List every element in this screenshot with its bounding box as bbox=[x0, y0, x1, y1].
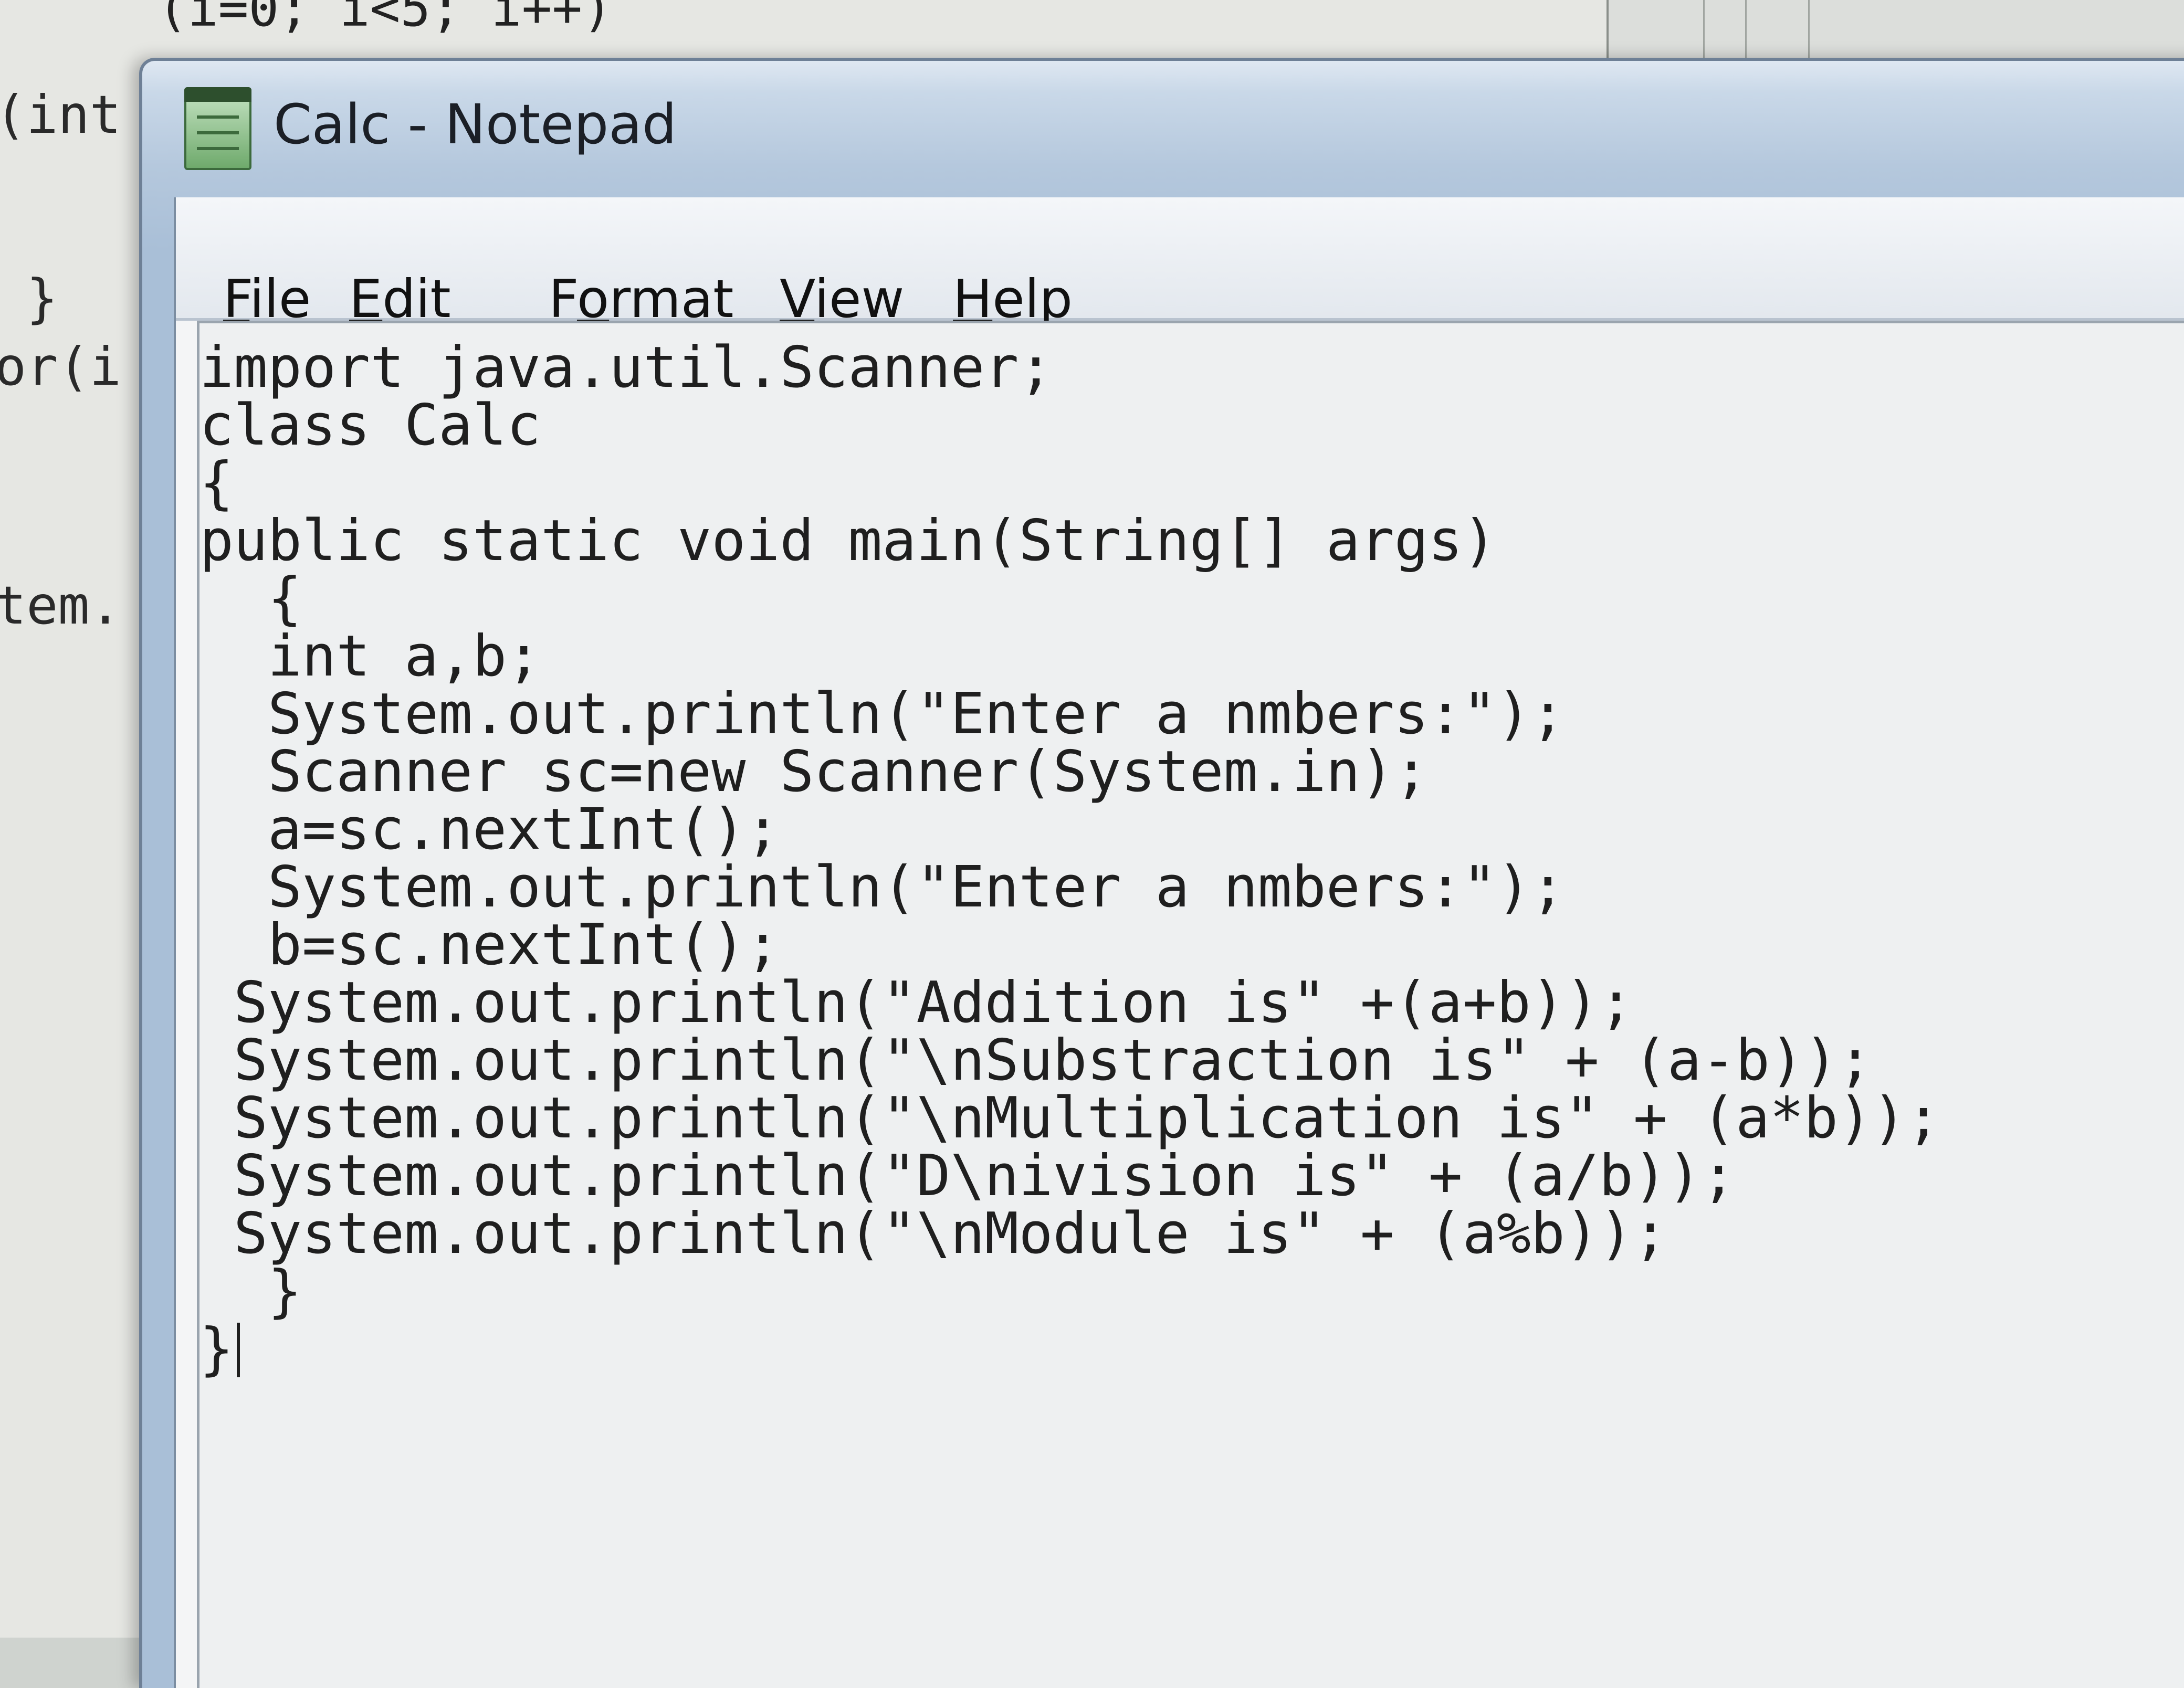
title-bar[interactable]: Calc - Notepad bbox=[142, 61, 2184, 187]
menu-bar: File Edit Format View Help bbox=[176, 197, 2184, 330]
code-line[interactable]: System.out.println("Addition is" +(a+b))… bbox=[200, 974, 1940, 1032]
code-line[interactable]: b=sc.nextInt(); bbox=[200, 916, 1940, 974]
code-line[interactable]: System.out.println("\nSubstraction is" +… bbox=[200, 1032, 1940, 1090]
background-code-fragment: or(i bbox=[0, 336, 121, 397]
background-code-fragment: (int bbox=[0, 84, 121, 145]
code-line[interactable]: { bbox=[200, 455, 1940, 512]
code-line[interactable]: class Calc bbox=[200, 397, 1940, 455]
code-line[interactable]: public static void main(String[] args) bbox=[200, 512, 1940, 570]
code-line[interactable]: System.out.println("Enter a nmbers:"); bbox=[200, 859, 1940, 916]
code-line[interactable]: System.out.println("\nModule is" + (a%b)… bbox=[200, 1205, 1940, 1263]
code-line[interactable]: import java.util.Scanner; bbox=[200, 339, 1940, 397]
code-line[interactable]: } bbox=[200, 1321, 1940, 1378]
code-line[interactable]: int a,b; bbox=[200, 628, 1940, 685]
notepad-window[interactable]: Calc - Notepad File Edit Format View Hel… bbox=[139, 58, 2184, 1688]
code-line[interactable]: { bbox=[200, 570, 1940, 628]
background-code-fragment: tem. bbox=[0, 575, 121, 636]
background-code-fragment: } bbox=[26, 268, 58, 329]
background-code-fragment: (i=0; i<5; i++) bbox=[158, 0, 613, 37]
text-caret bbox=[237, 1323, 240, 1377]
code-line[interactable]: System.out.println("D\nivision is" + (a/… bbox=[200, 1147, 1940, 1205]
code-line[interactable]: } bbox=[200, 1263, 1940, 1321]
code-line[interactable]: System.out.println("Enter a nmbers:"); bbox=[200, 685, 1940, 743]
notepad-icon[interactable] bbox=[184, 87, 251, 170]
code-line[interactable]: a=sc.nextInt(); bbox=[200, 801, 1940, 859]
code-line[interactable]: Scanner sc=new Scanner(System.in); bbox=[200, 743, 1940, 801]
code-line[interactable]: System.out.println("\nMultiplication is"… bbox=[200, 1090, 1940, 1147]
window-title: Calc - Notepad bbox=[274, 92, 677, 156]
code-text[interactable]: import java.util.Scanner; class Calc{publ… bbox=[200, 339, 1940, 1378]
text-editor-area[interactable]: import java.util.Scanner; class Calc{publ… bbox=[197, 321, 2184, 1688]
notepad-client-area: File Edit Format View Help import java.u… bbox=[174, 197, 2184, 1688]
